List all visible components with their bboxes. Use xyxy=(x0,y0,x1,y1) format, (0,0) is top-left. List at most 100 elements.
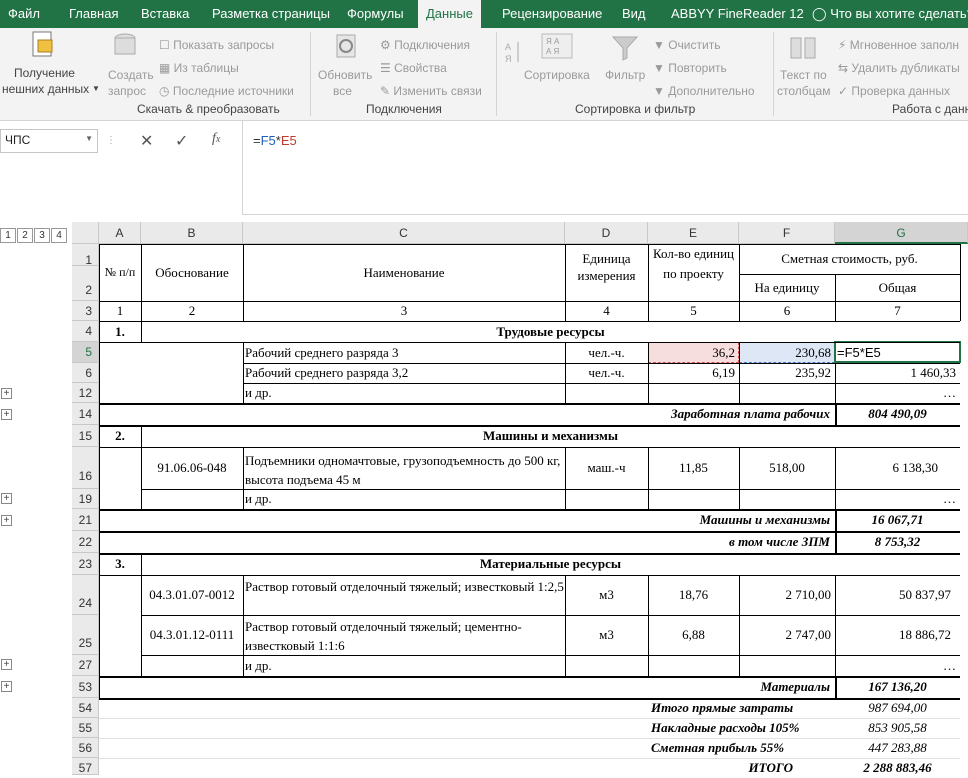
row24-total[interactable]: 50 837,97 xyxy=(835,575,951,615)
row5-qty[interactable]: 36,2 xyxy=(648,342,735,363)
expand-group-button[interactable]: + xyxy=(1,681,12,692)
column-header-b[interactable]: B xyxy=(141,222,243,244)
name-box[interactable]: ЧПС ▼ xyxy=(0,129,98,153)
row-header-53[interactable]: 53 xyxy=(72,676,99,698)
tab-insert[interactable]: Вставка xyxy=(141,0,189,28)
outline-level-3[interactable]: 3 xyxy=(34,228,50,243)
row-header-15[interactable]: 15 xyxy=(72,425,99,447)
clear-filter-button[interactable]: ▼ Очистить xyxy=(653,38,720,52)
row6-unit[interactable]: чел.-ч. xyxy=(565,363,648,383)
row25-total[interactable]: 18 886,72 xyxy=(835,615,951,655)
tab-data[interactable]: Данные xyxy=(418,0,481,28)
row-header-1[interactable]: 1 xyxy=(72,244,99,267)
row24-price[interactable]: 2 710,00 xyxy=(739,575,832,615)
expand-group-button[interactable]: + xyxy=(1,388,12,399)
data-validation-button[interactable]: ✓ Проверка данных xyxy=(838,84,950,98)
tab-page-layout[interactable]: Разметка страницы xyxy=(212,0,330,28)
row25-unit[interactable]: м3 xyxy=(565,615,648,655)
insert-function-icon[interactable]: fx xyxy=(212,131,220,147)
get-data-button-label1[interactable]: Получение xyxy=(14,66,75,80)
tab-file[interactable]: Файл xyxy=(8,0,40,28)
recent-sources-button[interactable]: ◷ Последние источники xyxy=(159,84,294,98)
row6-price[interactable]: 235,92 xyxy=(739,363,831,383)
column-header-c[interactable]: C xyxy=(243,222,565,244)
tab-view[interactable]: Вид xyxy=(622,0,646,28)
row5-unit[interactable]: чел.-ч. xyxy=(565,342,648,363)
outline-level-4[interactable]: 4 xyxy=(51,228,67,243)
row27-ellipsis[interactable]: … xyxy=(835,655,956,676)
tab-formulas[interactable]: Формулы xyxy=(347,0,404,28)
remove-duplicates-button[interactable]: ⇆ Удалить дубликаты xyxy=(838,61,960,75)
expand-group-button[interactable]: + xyxy=(1,493,12,504)
row19-ellipsis[interactable]: … xyxy=(835,489,956,509)
properties-button[interactable]: ☰ Свойства xyxy=(380,61,447,75)
row-header-56[interactable]: 56 xyxy=(72,738,99,758)
column-header-f[interactable]: F xyxy=(739,222,835,244)
row27-etc[interactable]: и др. xyxy=(245,655,565,676)
row24-qty[interactable]: 18,76 xyxy=(648,575,739,615)
row16-qty[interactable]: 11,85 xyxy=(648,447,739,489)
edit-links-button[interactable]: ✎ Изменить связи xyxy=(380,84,482,98)
row5-price[interactable]: 230,68 xyxy=(739,342,831,363)
column-header-g[interactable]: G xyxy=(835,222,968,244)
row-header-57[interactable]: 57 xyxy=(72,758,99,775)
row-header-24[interactable]: 24 xyxy=(72,575,99,615)
row-header-54[interactable]: 54 xyxy=(72,698,99,718)
filter-button[interactable]: Фильтр xyxy=(605,68,645,82)
sort-button[interactable]: Сортировка xyxy=(524,68,590,82)
enter-icon[interactable]: ✓ xyxy=(175,131,188,151)
row19-etc[interactable]: и др. xyxy=(245,489,565,509)
row-header-21[interactable]: 21 xyxy=(72,509,99,531)
row25-basis[interactable]: 04.3.01.12-0111 xyxy=(141,615,243,655)
expand-group-button[interactable]: + xyxy=(1,659,12,670)
expand-group-button[interactable]: + xyxy=(1,515,12,526)
chevron-down-icon[interactable]: ▼ xyxy=(85,134,93,143)
row12-ellipsis[interactable]: … xyxy=(835,383,956,403)
refresh-all-label2[interactable]: все xyxy=(333,84,352,98)
row25-name[interactable]: Раствор готовый отделочный тяжелый; цеме… xyxy=(245,617,565,655)
tab-review[interactable]: Рецензирование xyxy=(502,0,602,28)
expand-group-button[interactable]: + xyxy=(1,409,12,420)
formula-input[interactable]: =F5*E5 xyxy=(242,121,968,215)
text-to-columns-label1[interactable]: Текст по xyxy=(780,68,827,82)
row-header-19[interactable]: 19 xyxy=(72,489,99,509)
row-header-14[interactable]: 14 xyxy=(72,403,99,425)
row24-basis[interactable]: 04.3.01.07-0012 xyxy=(141,575,243,615)
row-header-25[interactable]: 25 xyxy=(72,615,99,655)
row-header-2[interactable]: 2 xyxy=(72,266,99,301)
create-query-label2[interactable]: запрос xyxy=(108,84,146,98)
row-header-5[interactable]: 5 xyxy=(72,342,99,363)
row-header-22[interactable]: 22 xyxy=(72,531,99,553)
tab-abbyy[interactable]: ABBYY FineReader 12 xyxy=(671,0,804,28)
row5-name[interactable]: Рабочий среднего разряда 3 xyxy=(245,342,565,363)
row-header-16[interactable]: 16 xyxy=(72,447,99,489)
row-header-4[interactable]: 4 xyxy=(72,321,99,342)
show-queries-button[interactable]: ☐ Показать запросы xyxy=(159,38,274,52)
flash-fill-button[interactable]: ⚡ Мгновенное заполн xyxy=(838,38,959,52)
row6-name[interactable]: Рабочий среднего разряда 3,2 xyxy=(245,363,565,383)
cancel-icon[interactable]: ✕ xyxy=(140,131,153,151)
tell-me-search[interactable]: ◯ Что вы хотите сделать? xyxy=(812,0,968,28)
column-header-a[interactable]: A xyxy=(99,222,141,244)
row-header-6[interactable]: 6 xyxy=(72,363,99,383)
row25-price[interactable]: 2 747,00 xyxy=(739,615,832,655)
connections-button[interactable]: ⚙ Подключения xyxy=(380,38,470,52)
row6-total[interactable]: 1 460,33 xyxy=(835,363,957,383)
outline-level-2[interactable]: 2 xyxy=(17,228,33,243)
row6-qty[interactable]: 6,19 xyxy=(648,363,735,383)
outline-level-1[interactable]: 1 xyxy=(0,228,16,243)
row-header-3[interactable]: 3 xyxy=(72,301,99,321)
from-table-button[interactable]: ▦ Из таблицы xyxy=(159,61,239,75)
drag-handle-icon[interactable]: ⋮ xyxy=(106,135,116,147)
row24-unit[interactable]: м3 xyxy=(565,575,648,615)
create-query-label1[interactable]: Создать xyxy=(108,68,154,82)
reapply-button[interactable]: ▼ Повторить xyxy=(653,61,727,75)
row16-name[interactable]: Подъемники одномачтовые, грузоподъемност… xyxy=(245,451,565,489)
row12-etc[interactable]: и др. xyxy=(245,383,565,403)
advanced-filter-button[interactable]: ▼ Дополнительно xyxy=(653,84,755,98)
row-header-12[interactable]: 12 xyxy=(72,383,99,403)
row5-total-editing[interactable]: =F5*E5 xyxy=(837,342,957,363)
row16-basis[interactable]: 91.06.06-048 xyxy=(141,447,243,489)
column-header-d[interactable]: D xyxy=(565,222,648,244)
row16-unit[interactable]: маш.-ч xyxy=(565,447,648,489)
